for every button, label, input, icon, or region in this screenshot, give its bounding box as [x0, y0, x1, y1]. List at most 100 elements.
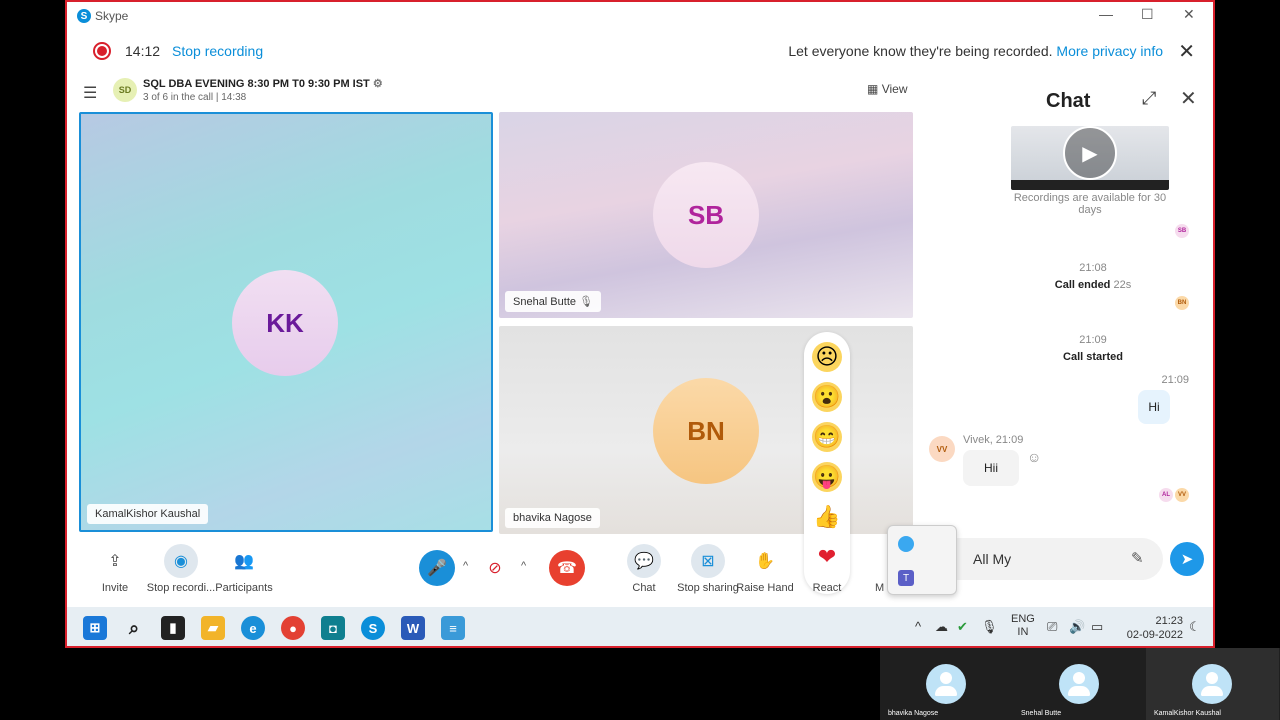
skype-taskbar-icon[interactable]: S: [361, 616, 385, 640]
close-recording-bar-button[interactable]: ✕: [1178, 39, 1195, 64]
notifications-icon[interactable]: ☾: [1189, 619, 1201, 635]
windows-taskbar: ⊞ ⌕ ▮ ▰ e ● ◘ S W ≡ ^ ☁ ✔ 🎙 ENG IN ⎚ 🔊 ▭…: [67, 607, 1213, 646]
video-tile-kk[interactable]: KK KamalKishor Kaushal: [79, 112, 493, 532]
avatar-sb: SB: [653, 162, 759, 268]
language-indicator[interactable]: ENG IN: [1011, 613, 1035, 639]
call-ended-duration: 22s: [1113, 279, 1132, 291]
minimize-button[interactable]: —: [1099, 6, 1113, 22]
taskbar-overflow-popup: T: [887, 525, 957, 595]
chat-label: Chat: [632, 582, 656, 594]
participant-thumb[interactable]: Snehal Butte: [1013, 648, 1146, 720]
app-icon[interactable]: ◘: [321, 616, 345, 640]
clock-date: 02-09-2022: [1126, 629, 1183, 641]
call-title: SQL DBA EVENING 8:30 PM T0 9:30 PM IST ⚙: [143, 77, 383, 90]
settings-icon[interactable]: ⚙: [373, 78, 383, 90]
chat-button[interactable]: 💬 Chat: [619, 544, 669, 594]
mic-options-chevron-icon[interactable]: ^: [463, 560, 468, 572]
maximize-button[interactable]: ☐: [1141, 6, 1154, 23]
chat-panel: Chat ⤢ ✕ ▶ Recordings are available for …: [923, 72, 1213, 604]
stop-recording-label: Stop recordi...: [146, 582, 216, 594]
raise-hand-button[interactable]: ✋ Raise Hand: [733, 544, 797, 594]
my-message-time: 21:09: [1161, 374, 1189, 386]
teams-icon[interactable]: T: [898, 570, 914, 586]
call-ended-time: 21:08: [1079, 262, 1107, 274]
mic-tray-icon[interactable]: 🎙: [981, 619, 998, 635]
recording-thumbnail[interactable]: ▶: [1011, 126, 1169, 190]
privacy-link[interactable]: More privacy info: [1056, 43, 1163, 59]
sad-emoji-icon[interactable]: ☹: [812, 342, 842, 372]
tray-chevron-icon[interactable]: ^: [915, 619, 921, 634]
camera-off-icon: ⊘: [488, 560, 502, 577]
thumbs-up-emoji-icon[interactable]: 👍: [812, 502, 842, 532]
skype-logo-icon: S: [77, 9, 91, 23]
camera-off-button[interactable]: ⊘: [477, 550, 513, 586]
vivek-meta: Vivek, 21:09: [963, 434, 1024, 446]
read-avatar-bn: BN: [1175, 296, 1189, 310]
play-icon[interactable]: ▶: [1063, 126, 1117, 180]
close-window-button[interactable]: ✕: [1183, 6, 1195, 23]
recording-notice: Let everyone know they're being recorded…: [788, 43, 1163, 59]
tongue-emoji-icon[interactable]: 😛: [812, 462, 842, 492]
word-icon[interactable]: W: [401, 616, 425, 640]
raise-hand-label: Raise Hand: [736, 582, 794, 594]
call-title-text: SQL DBA EVENING 8:30 PM T0 9:30 PM IST: [143, 78, 370, 90]
chat-title: Chat: [1046, 90, 1091, 112]
edge-icon[interactable]: e: [241, 616, 265, 640]
clock[interactable]: 21:23 02-09-2022: [1119, 614, 1183, 642]
notepad-icon[interactable]: ≡: [441, 616, 465, 640]
my-message-bubble[interactable]: Hi: [1138, 390, 1170, 424]
chrome-icon[interactable]: ●: [281, 616, 305, 640]
recording-note: Recordings are available for 30 days: [1013, 192, 1167, 216]
camera-options-chevron-icon[interactable]: ^: [521, 560, 526, 572]
expand-icon[interactable]: ⤢: [1142, 88, 1156, 109]
recording-notice-text: Let everyone know they're being recorded…: [788, 43, 1053, 59]
call-ended-label: Call ended: [1054, 279, 1111, 291]
avatar-bn: BN: [653, 378, 759, 484]
file-explorer-icon[interactable]: ▰: [201, 616, 225, 640]
lang-in: IN: [1017, 626, 1029, 638]
react-button[interactable]: React: [805, 544, 849, 594]
laugh-emoji-icon[interactable]: 😁: [812, 422, 842, 452]
surprised-emoji-icon[interactable]: 😮: [812, 382, 842, 412]
windows-start-icon[interactable]: ⊞: [83, 616, 107, 640]
end-call-button[interactable]: ☎: [549, 550, 585, 586]
task-view-icon[interactable]: ▮: [161, 616, 185, 640]
recording-time: 14:12: [125, 43, 161, 59]
group-avatar[interactable]: SD: [113, 78, 137, 102]
participant-thumb[interactable]: bhavika Nagose: [880, 648, 1013, 720]
vivek-avatar[interactable]: VV: [929, 436, 955, 462]
person-icon: [1059, 664, 1099, 704]
microphone-button[interactable]: 🎤: [419, 550, 455, 586]
stop-recording-button[interactable]: ◉ Stop recordi...: [143, 544, 219, 594]
onedrive-icon[interactable]: ☁: [935, 619, 948, 635]
add-reaction-icon[interactable]: ☺: [1027, 449, 1041, 465]
view-label: View: [881, 82, 908, 96]
stop-recording-link[interactable]: Stop recording: [172, 43, 263, 59]
skype-window: S Skype — ☐ ✕ 14:12 Stop recording Let e…: [65, 0, 1215, 648]
name-label-bn: bhavika Nagose: [505, 508, 600, 528]
name-label-sb: Snehal Butte 🎙: [505, 291, 602, 312]
react-icon: [810, 544, 844, 578]
close-chat-button[interactable]: ✕: [1180, 86, 1197, 111]
participant-thumb[interactable]: KamalKishor Kaushal: [1146, 648, 1279, 720]
avatar-kk: KK: [232, 270, 338, 376]
view-button[interactable]: ▦ View: [867, 82, 907, 96]
menu-icon[interactable]: ☰: [83, 83, 97, 103]
send-button[interactable]: ➤: [1170, 542, 1204, 576]
video-tile-sb[interactable]: SB Snehal Butte 🎙: [499, 112, 913, 318]
record-icon: [93, 42, 111, 60]
edge-update-icon[interactable]: [898, 536, 914, 552]
battery-icon[interactable]: ▭: [1091, 619, 1103, 635]
volume-icon[interactable]: 🔊: [1069, 619, 1085, 635]
video-tile-bn[interactable]: BN bhavika Nagose: [499, 326, 913, 534]
message-input-value: All My: [973, 551, 1012, 567]
person-icon: [926, 664, 966, 704]
security-icon[interactable]: ✔: [957, 619, 968, 635]
call-started-label: Call started: [1063, 351, 1123, 363]
format-icon[interactable]: ✎: [1131, 549, 1144, 567]
participants-button[interactable]: 👥 Participants: [209, 544, 279, 594]
vivek-message-bubble[interactable]: Hii: [963, 450, 1019, 486]
invite-button[interactable]: ⇪ Invite: [87, 544, 143, 594]
display-icon[interactable]: ⎚: [1047, 619, 1057, 635]
search-icon[interactable]: ⌕: [122, 616, 146, 640]
